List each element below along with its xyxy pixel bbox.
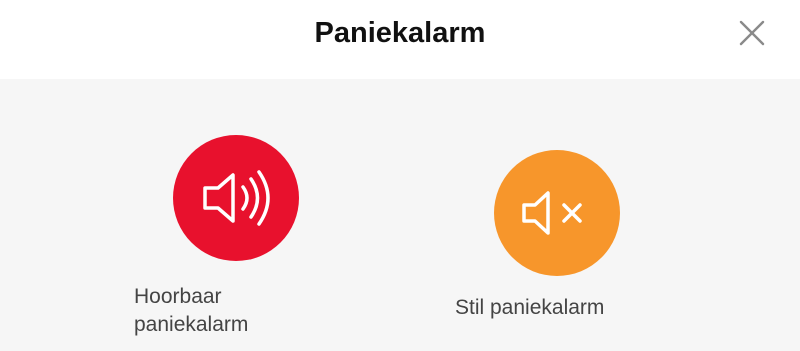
header-bar: Paniekalarm [0,0,800,79]
audible-alarm-label-line1: Hoorbaar [134,285,222,308]
speaker-mute-icon [522,191,582,235]
close-icon [739,20,765,46]
audible-alarm-label: Hoorbaar paniekalarm [134,283,304,339]
silent-alarm-button[interactable] [494,150,620,276]
audible-alarm-option[interactable]: Hoorbaar paniekalarm [130,135,300,345]
audible-alarm-button[interactable] [173,135,299,261]
silent-alarm-option[interactable]: Stil paniekalarm [440,150,660,330]
audible-alarm-label-line2: paniekalarm [134,313,249,336]
silent-alarm-label: Stil paniekalarm [455,296,605,319]
close-button[interactable] [733,14,771,52]
page-title: Paniekalarm [314,17,486,49]
speaker-sound-icon [203,170,270,226]
